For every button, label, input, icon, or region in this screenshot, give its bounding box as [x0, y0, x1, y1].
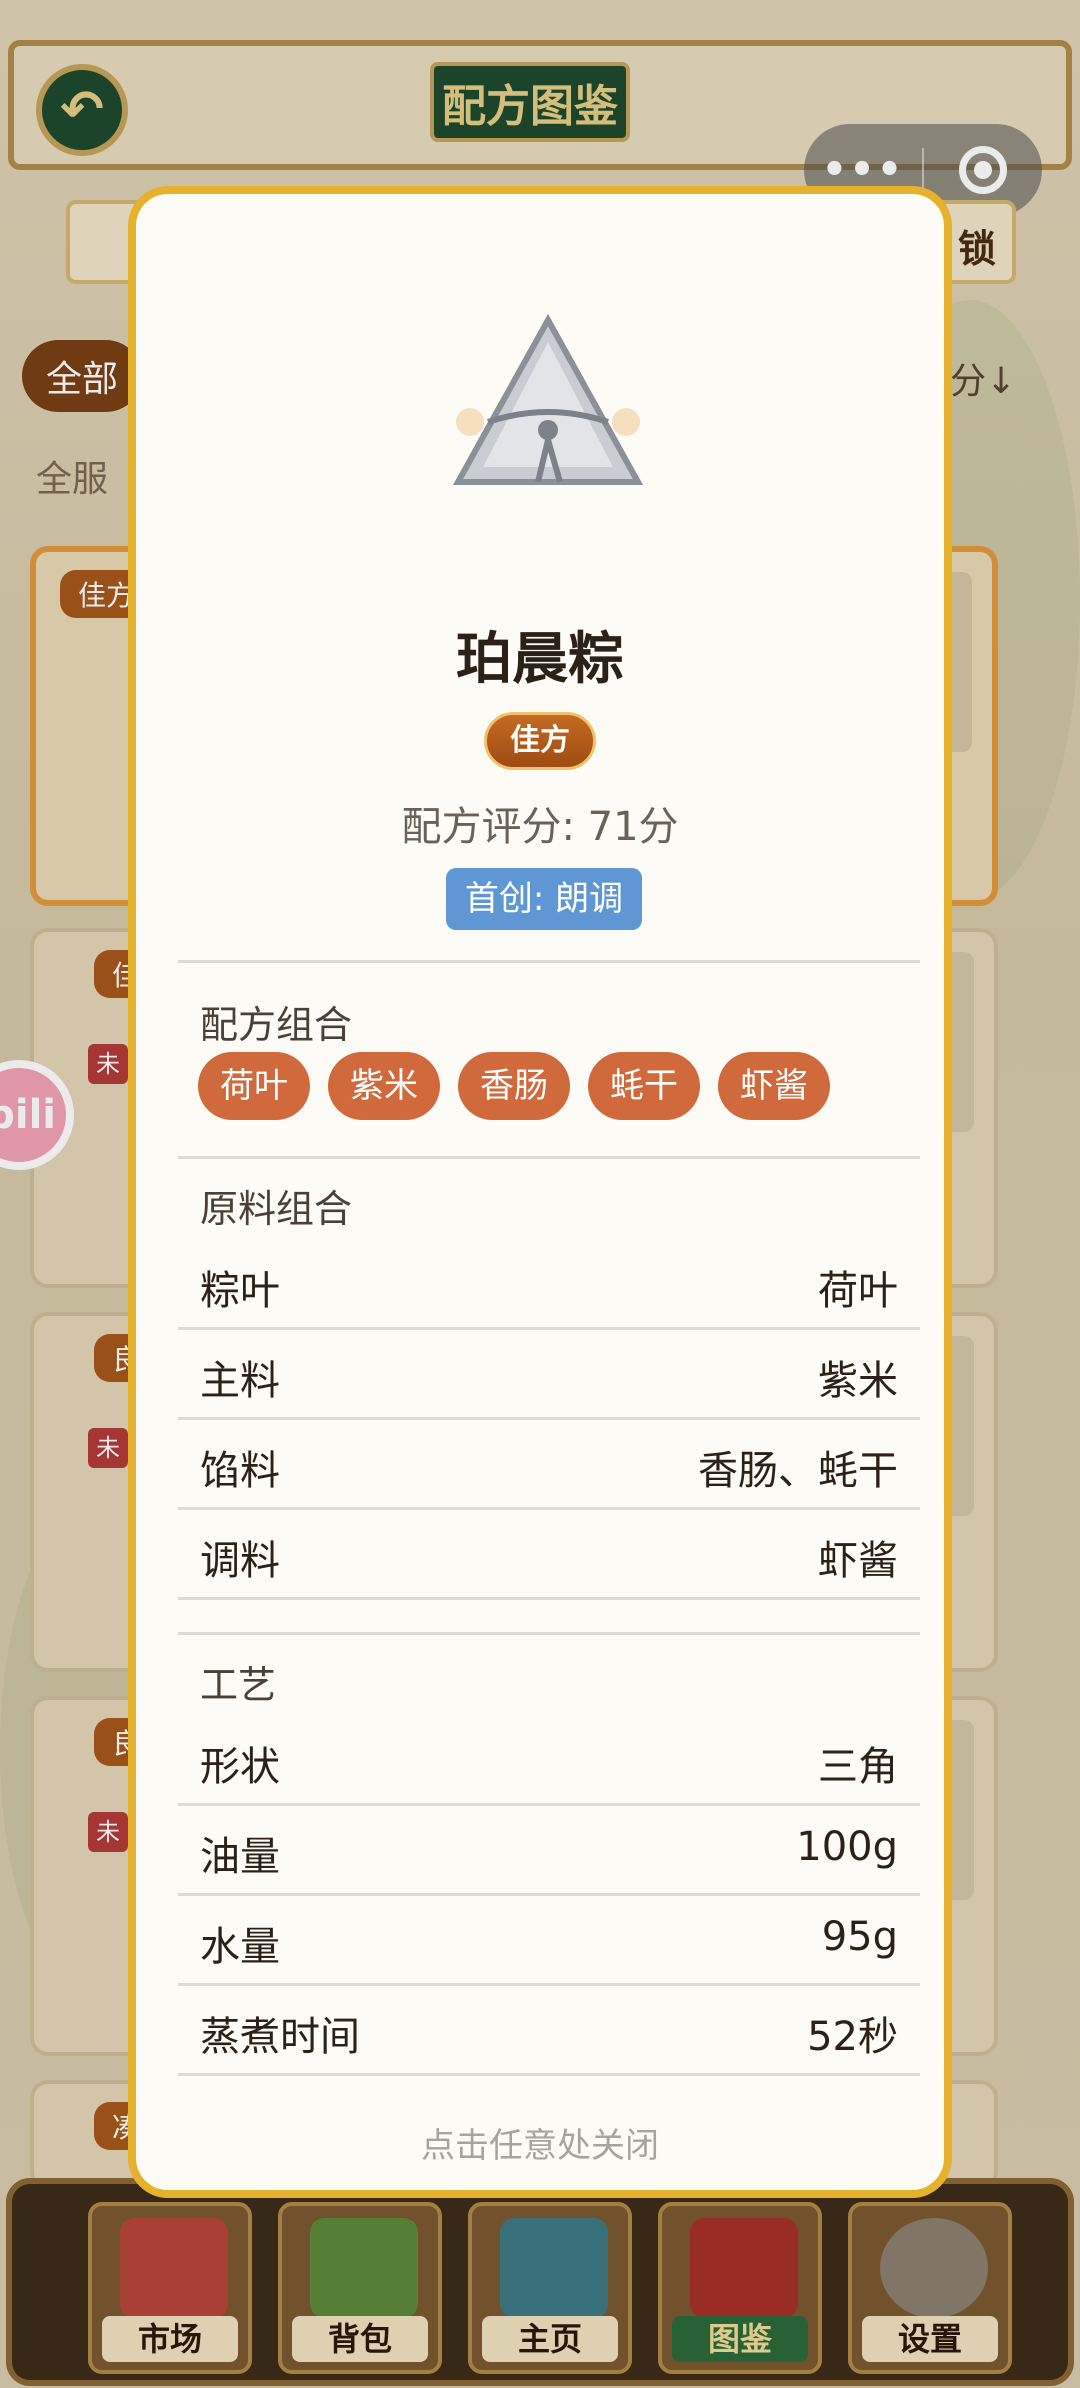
recipe-name: 珀晨粽 — [456, 627, 624, 692]
row-key: 粽叶 — [200, 1268, 280, 1314]
row-value: 三角 — [818, 1744, 898, 1790]
rank-badge: 佳方 — [484, 712, 596, 770]
zongzi-icon — [452, 313, 644, 485]
craft-section-title: 工艺 — [200, 1663, 277, 1707]
row-value: 香肠、蚝干 — [698, 1448, 898, 1494]
ingredient-tag: 荷叶 — [198, 1052, 310, 1120]
ingredient-tag: 蚝干 — [588, 1052, 700, 1120]
recipe-score: 配方评分: 71分 — [401, 804, 679, 850]
row-key: 水量 — [200, 1924, 280, 1970]
ingredient-row: 调料 虾酱 — [178, 1510, 920, 1600]
ingredient-section-title: 原料组合 — [200, 1187, 353, 1231]
row-key: 调料 — [200, 1538, 280, 1584]
recipe-detail-modal: 珀晨粽 佳方 配方评分: 71分 首创: 朗调 配方组合 荷叶 紫米 香肠 蚝干… — [128, 186, 952, 2198]
row-key: 蒸煮时间 — [200, 2014, 360, 2060]
row-key: 馅料 — [200, 1448, 280, 1494]
close-hint[interactable]: 点击任意处关闭 — [136, 2118, 944, 2167]
creator-badge: 首创: 朗调 — [446, 868, 642, 930]
divider — [178, 1156, 920, 1159]
craft-row: 形状 三角 — [178, 1716, 920, 1806]
recipe-tag-list: 荷叶 紫米 香肠 蚝干 虾酱 — [198, 1052, 830, 1120]
craft-row: 蒸煮时间 52秒 — [178, 1986, 920, 2076]
row-key: 主料 — [200, 1358, 280, 1404]
craft-row: 水量 95g — [178, 1896, 920, 1986]
row-key: 油量 — [200, 1834, 280, 1880]
ingredient-tag: 虾酱 — [718, 1052, 830, 1120]
ingredient-tag: 紫米 — [328, 1052, 440, 1120]
row-value: 100g — [796, 1824, 898, 1870]
craft-row: 油量 100g — [178, 1806, 920, 1896]
ingredient-row: 粽叶 荷叶 — [178, 1240, 920, 1330]
recipe-section-title: 配方组合 — [200, 1003, 353, 1047]
row-value: 紫米 — [818, 1358, 898, 1404]
row-value: 荷叶 — [818, 1268, 898, 1314]
ingredient-row: 馅料 香肠、蚝干 — [178, 1420, 920, 1510]
row-value: 95g — [821, 1914, 898, 1960]
row-value: 虾酱 — [818, 1538, 898, 1584]
row-value: 52秒 — [807, 2014, 898, 2060]
ingredient-row: 主料 紫米 — [178, 1330, 920, 1420]
divider — [178, 960, 920, 963]
divider — [178, 1632, 920, 1635]
row-key: 形状 — [200, 1744, 280, 1790]
ingredient-tag: 香肠 — [458, 1052, 570, 1120]
